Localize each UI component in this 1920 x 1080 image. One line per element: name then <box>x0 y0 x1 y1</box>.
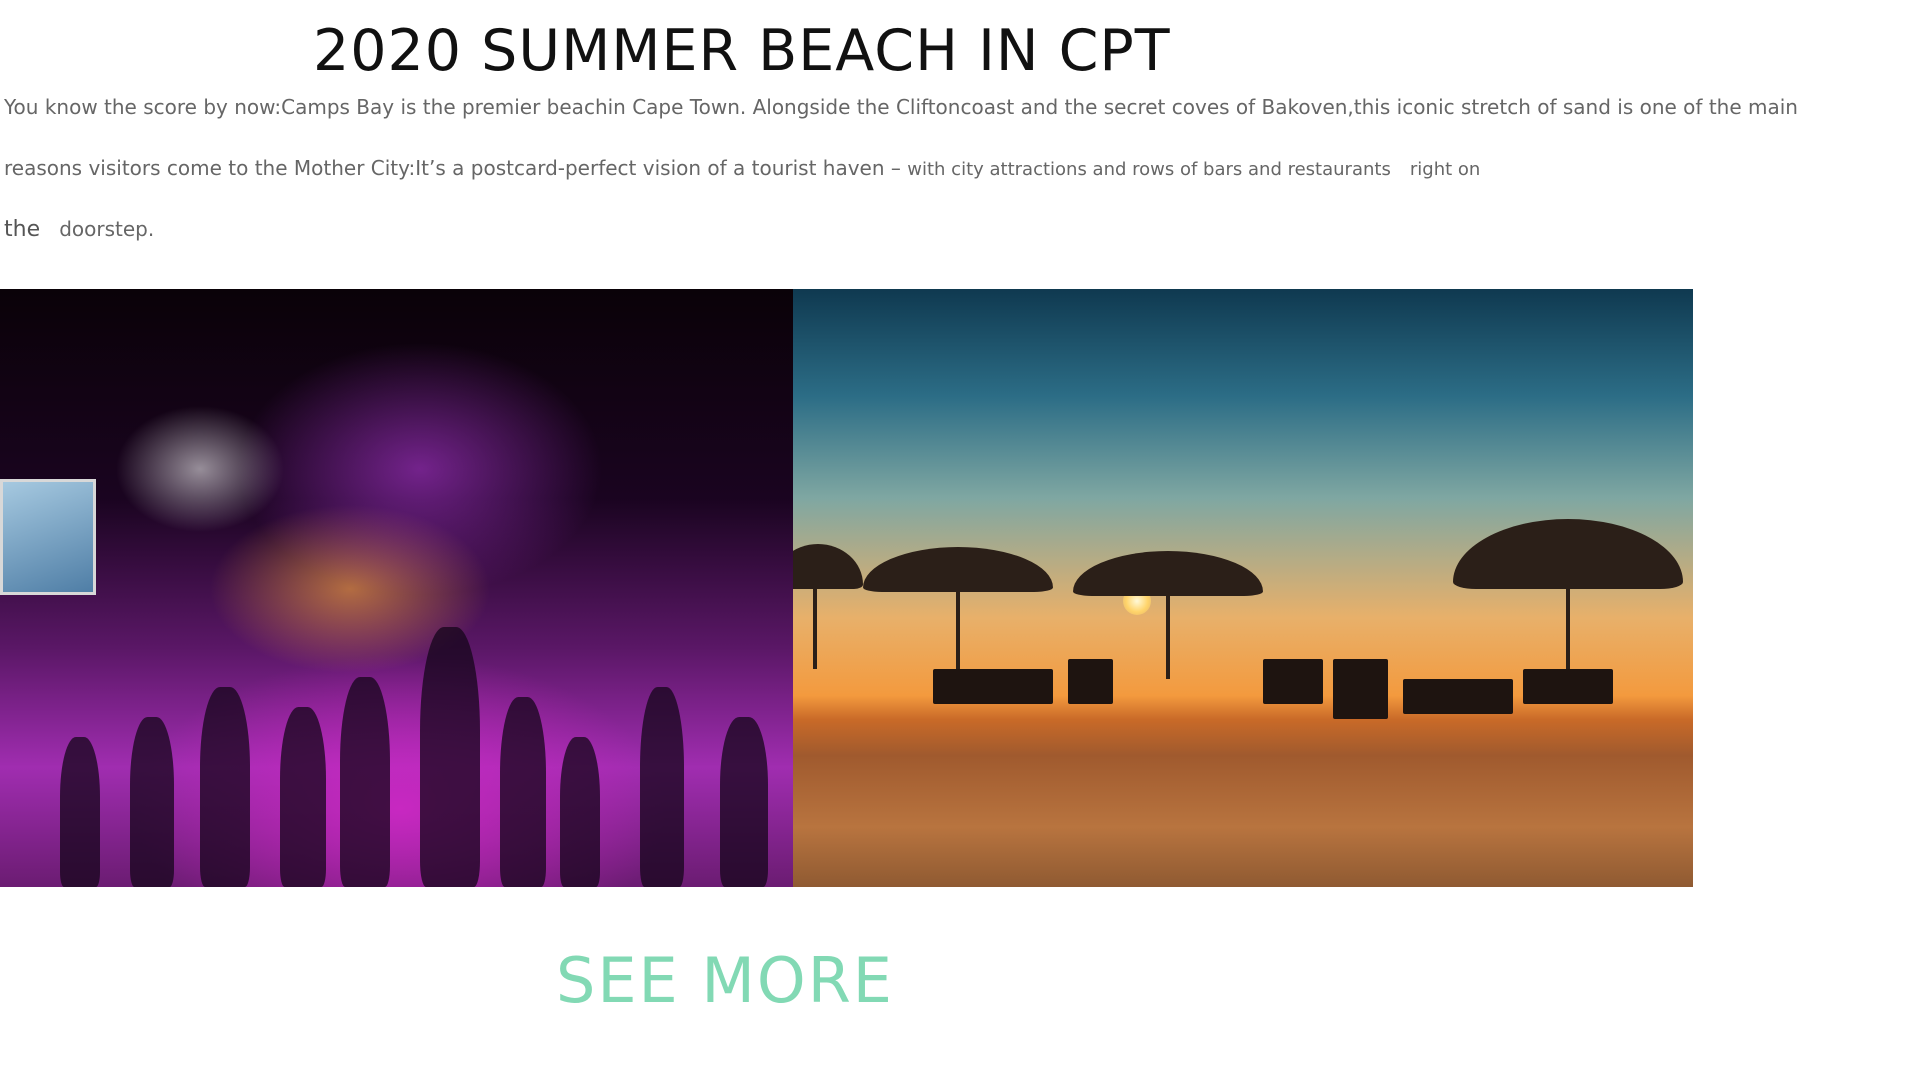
paragraph-line-3: the doorstep. <box>4 212 1904 273</box>
dancer <box>720 717 768 887</box>
beach-chair <box>1263 659 1323 704</box>
beach-chair <box>1333 659 1388 719</box>
dancer <box>280 707 326 887</box>
paragraph-line-3-the: the <box>4 217 41 242</box>
dancer <box>560 737 600 887</box>
sunset-beach-photo <box>793 289 1693 887</box>
beach-lounger <box>933 669 1053 704</box>
paragraph-line-2-text: reasons visitors come to the Mother City… <box>4 156 908 180</box>
dancer <box>640 687 684 887</box>
dancer <box>500 697 546 887</box>
page-title: 2020 SUMMER BEACH IN CPT <box>313 18 1171 84</box>
dancer <box>340 677 390 887</box>
dancer <box>130 717 174 887</box>
dancer <box>420 627 480 887</box>
paragraph-line-2-attractions: with city attractions and rows of bars a… <box>907 159 1391 180</box>
dancer <box>60 737 100 887</box>
dancer <box>200 687 250 887</box>
paragraph-line-2: reasons visitors come to the Mother City… <box>4 151 1904 212</box>
beach-lounger <box>1523 669 1613 704</box>
see-more-link[interactable]: SEE MORE <box>556 945 894 1017</box>
paragraph-line-2-end: right on <box>1409 159 1481 180</box>
paragraph-line-3-doorstep: doorstep. <box>59 217 155 241</box>
dancers <box>0 557 793 887</box>
beach-lounger <box>1403 679 1513 714</box>
beach-party-photo <box>0 289 793 887</box>
intro-paragraph: You know the score by now:Camps Bay is t… <box>4 90 1904 273</box>
paragraph-line-1: You know the score by now:Camps Bay is t… <box>4 95 1798 119</box>
photo-strip <box>0 289 1693 887</box>
page: 2020 SUMMER BEACH IN CPT You know the sc… <box>0 0 1920 1080</box>
beach-chair <box>1068 659 1113 704</box>
